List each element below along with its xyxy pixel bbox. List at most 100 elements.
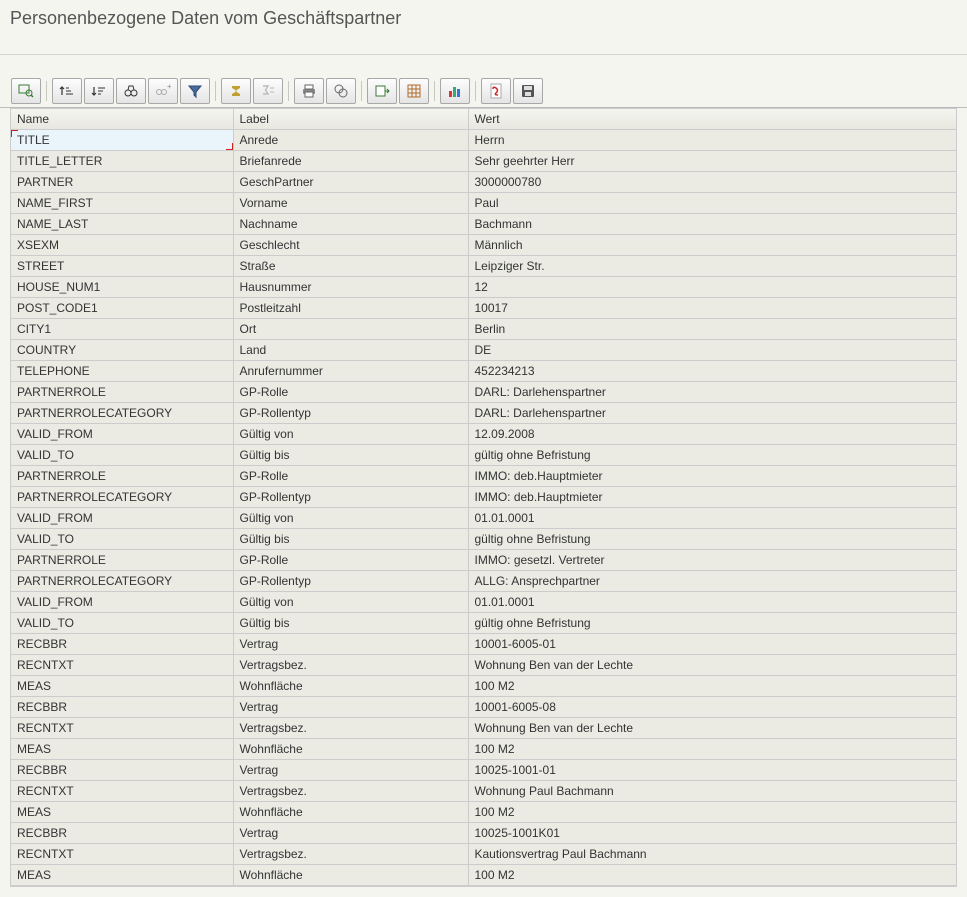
cell-name[interactable]: RECNTXT (11, 655, 233, 676)
export-button[interactable] (367, 78, 397, 104)
cell-label[interactable]: Briefanrede (233, 151, 468, 172)
cell-name[interactable]: VALID_FROM (11, 508, 233, 529)
cell-name[interactable]: RECBBR (11, 823, 233, 844)
cell-label[interactable]: Vertrag (233, 634, 468, 655)
cell-value[interactable]: 12 (468, 277, 957, 298)
cell-name[interactable]: PARTNERROLE (11, 550, 233, 571)
cell-label[interactable]: Vertrag (233, 697, 468, 718)
table-row[interactable]: RECBBRVertrag10001-6005-01 (11, 634, 957, 655)
table-row[interactable]: RECNTXTVertragsbez.Wohnung Paul Bachmann (11, 781, 957, 802)
cell-label[interactable]: Anrede (233, 130, 468, 151)
table-row[interactable]: POST_CODE1Postleitzahl10017 (11, 298, 957, 319)
table-row[interactable]: NAME_LASTNachnameBachmann (11, 214, 957, 235)
cell-value[interactable]: gültig ohne Befristung (468, 445, 957, 466)
cell-value[interactable]: DE (468, 340, 957, 361)
table-row[interactable]: NAME_FIRSTVornamePaul (11, 193, 957, 214)
sum-button[interactable] (221, 78, 251, 104)
cell-label[interactable]: Vertragsbez. (233, 718, 468, 739)
cell-label[interactable]: Postleitzahl (233, 298, 468, 319)
details-button[interactable] (11, 78, 41, 104)
cell-name[interactable]: VALID_TO (11, 613, 233, 634)
cell-value[interactable]: gültig ohne Befristung (468, 613, 957, 634)
table-row[interactable]: PARTNERROLECATEGORYGP-RollentypDARL: Dar… (11, 403, 957, 424)
cell-name[interactable]: PARTNER (11, 172, 233, 193)
data-grid[interactable]: Name Label Wert TITLEAnredeHerrnTITLE_LE… (10, 108, 957, 887)
cell-value[interactable]: 452234213 (468, 361, 957, 382)
print-button[interactable] (294, 78, 324, 104)
cell-value[interactable]: 3000000780 (468, 172, 957, 193)
table-row[interactable]: RECNTXTVertragsbez.Kautionsvertrag Paul … (11, 844, 957, 865)
cell-name[interactable]: TITLE (11, 130, 233, 151)
cell-label[interactable]: Gültig von (233, 424, 468, 445)
table-row[interactable]: RECNTXTVertragsbez.Wohnung Ben van der L… (11, 655, 957, 676)
cell-name[interactable]: CITY1 (11, 319, 233, 340)
cell-label[interactable]: Vertragsbez. (233, 655, 468, 676)
cell-name[interactable]: TELEPHONE (11, 361, 233, 382)
filter-button[interactable] (180, 78, 210, 104)
cell-name[interactable]: COUNTRY (11, 340, 233, 361)
cell-value[interactable]: Wohnung Paul Bachmann (468, 781, 957, 802)
cell-value[interactable]: 100 M2 (468, 739, 957, 760)
col-header-label[interactable]: Label (233, 109, 468, 130)
cell-label[interactable]: GP-Rolle (233, 550, 468, 571)
cell-value[interactable]: Leipziger Str. (468, 256, 957, 277)
table-row[interactable]: MEASWohnfläche100 M2 (11, 676, 957, 697)
cell-name[interactable]: MEAS (11, 676, 233, 697)
table-row[interactable]: XSEXMGeschlechtMännlich (11, 235, 957, 256)
cell-value[interactable]: 10017 (468, 298, 957, 319)
cell-label[interactable]: Wohnfläche (233, 865, 468, 886)
cell-label[interactable]: GP-Rollentyp (233, 403, 468, 424)
cell-name[interactable]: RECNTXT (11, 844, 233, 865)
cell-name[interactable]: NAME_LAST (11, 214, 233, 235)
cell-value[interactable]: Kautionsvertrag Paul Bachmann (468, 844, 957, 865)
table-row[interactable]: TITLEAnredeHerrn (11, 130, 957, 151)
cell-name[interactable]: VALID_FROM (11, 424, 233, 445)
cell-label[interactable]: Vertrag (233, 760, 468, 781)
cell-value[interactable]: ALLG: Ansprechpartner (468, 571, 957, 592)
table-row[interactable]: PARTNERROLECATEGORYGP-RollentypIMMO: deb… (11, 487, 957, 508)
cell-label[interactable]: GeschPartner (233, 172, 468, 193)
table-row[interactable]: VALID_FROMGültig von01.01.0001 (11, 592, 957, 613)
cell-name[interactable]: PARTNERROLECATEGORY (11, 487, 233, 508)
table-row[interactable]: RECNTXTVertragsbez.Wohnung Ben van der L… (11, 718, 957, 739)
cell-value[interactable]: 10001-6005-08 (468, 697, 957, 718)
cell-value[interactable]: 01.01.0001 (468, 508, 957, 529)
cell-name[interactable]: MEAS (11, 865, 233, 886)
cell-name[interactable]: MEAS (11, 802, 233, 823)
cell-name[interactable]: RECBBR (11, 697, 233, 718)
header-row[interactable]: Name Label Wert (11, 109, 957, 130)
table-row[interactable]: MEASWohnfläche100 M2 (11, 739, 957, 760)
cell-label[interactable]: GP-Rolle (233, 466, 468, 487)
table-row[interactable]: TITLE_LETTERBriefanredeSehr geehrter Her… (11, 151, 957, 172)
save-button[interactable] (513, 78, 543, 104)
table-row[interactable]: RECBBRVertrag10001-6005-08 (11, 697, 957, 718)
cell-label[interactable]: Land (233, 340, 468, 361)
cell-name[interactable]: VALID_TO (11, 529, 233, 550)
cell-label[interactable]: Wohnfläche (233, 676, 468, 697)
cell-label[interactable]: Nachname (233, 214, 468, 235)
table-row[interactable]: MEASWohnfläche100 M2 (11, 865, 957, 886)
table-row[interactable]: PARTNERROLEGP-RolleDARL: Darlehenspartne… (11, 382, 957, 403)
cell-name[interactable]: TITLE_LETTER (11, 151, 233, 172)
cell-value[interactable]: 12.09.2008 (468, 424, 957, 445)
cell-value[interactable]: Herrn (468, 130, 957, 151)
sort-desc-button[interactable] (84, 78, 114, 104)
cell-name[interactable]: VALID_TO (11, 445, 233, 466)
col-header-name[interactable]: Name (11, 109, 233, 130)
table-row[interactable]: VALID_FROMGültig von12.09.2008 (11, 424, 957, 445)
cell-label[interactable]: Gültig von (233, 508, 468, 529)
find-next-button[interactable]: + (148, 78, 178, 104)
cell-name[interactable]: XSEXM (11, 235, 233, 256)
cell-value[interactable]: 10025-1001-01 (468, 760, 957, 781)
table-row[interactable]: COUNTRYLandDE (11, 340, 957, 361)
cell-value[interactable]: 100 M2 (468, 865, 957, 886)
cell-name[interactable]: PARTNERROLE (11, 382, 233, 403)
table-row[interactable]: RECBBRVertrag10025-1001-01 (11, 760, 957, 781)
table-row[interactable]: MEASWohnfläche100 M2 (11, 802, 957, 823)
cell-value[interactable]: Wohnung Ben van der Lechte (468, 718, 957, 739)
table-row[interactable]: VALID_TOGültig bisgültig ohne Befristung (11, 613, 957, 634)
cell-value[interactable]: Bachmann (468, 214, 957, 235)
cell-name[interactable]: MEAS (11, 739, 233, 760)
table-row[interactable]: RECBBRVertrag10025-1001K01 (11, 823, 957, 844)
cell-name[interactable]: RECNTXT (11, 718, 233, 739)
